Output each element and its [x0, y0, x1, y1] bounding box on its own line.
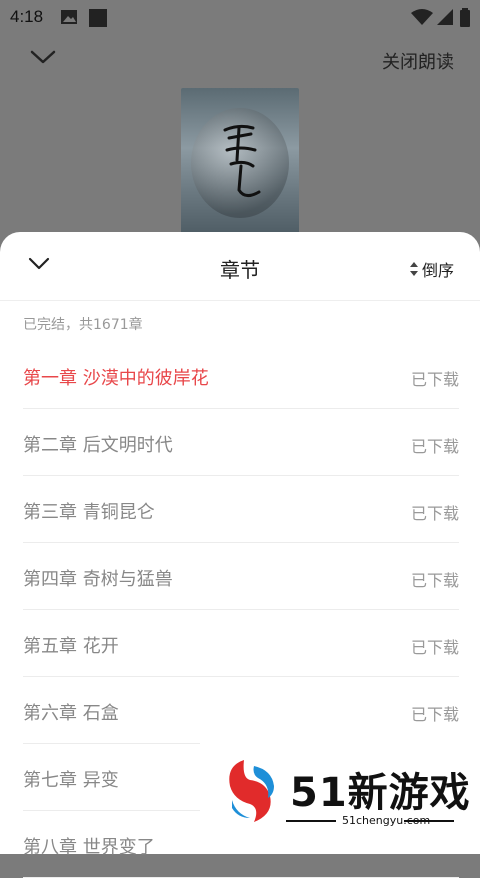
close-read-aloud-button[interactable]: 关闭朗读	[382, 48, 454, 74]
download-status: 已下载	[410, 571, 459, 590]
watermark-logo-icon	[229, 760, 274, 822]
collapse-player-icon[interactable]	[30, 48, 56, 66]
download-status: 已下载	[410, 504, 459, 523]
status-bar: 4:18	[0, 0, 480, 34]
sheet-header: 章节 倒序	[0, 232, 480, 301]
sort-arrows-icon	[409, 262, 418, 276]
chapter-name: 第八章 世界变了	[23, 837, 155, 858]
chapter-name: 第七章 异变	[23, 770, 119, 791]
download-status: 已下载	[410, 437, 459, 456]
watermark-brand: 51新游戏	[290, 770, 471, 816]
chapter-name: 第五章 花开	[23, 636, 119, 657]
watermark: 51新游戏 51chengyu.com	[200, 742, 480, 842]
sort-order-button[interactable]: 倒序	[409, 257, 454, 281]
chapter-name: 第六章 石盒	[23, 703, 119, 724]
sort-label: 倒序	[421, 261, 454, 280]
battery-icon	[460, 8, 470, 27]
chapter-name: 第二章 后文明时代	[23, 435, 173, 456]
chapter-item[interactable]: 第一章 沙漠中的彼岸花 已下载	[23, 342, 459, 409]
signal-icon	[437, 9, 453, 25]
gallery-notification-icon	[61, 10, 77, 24]
download-status: 已下载	[410, 638, 459, 657]
square-notification-icon	[89, 9, 107, 27]
download-status: 已下载	[410, 705, 459, 724]
status-time: 4:18	[10, 7, 44, 26]
cover-calligraphy	[223, 124, 261, 197]
chapter-name: 第一章 沙漠中的彼岸花	[23, 368, 209, 389]
chapter-item[interactable]: 第五章 花开 已下载	[23, 610, 459, 677]
wifi-icon	[411, 9, 433, 25]
download-status: 已下载	[410, 370, 459, 389]
chapter-name: 第四章 奇树与猛兽	[23, 569, 173, 590]
chapter-item[interactable]: 第二章 后文明时代 已下载	[23, 409, 459, 476]
chapter-item[interactable]: 第三章 青铜昆仑 已下载	[23, 476, 459, 543]
book-cover	[181, 88, 299, 238]
chapter-name: 第三章 青铜昆仑	[23, 502, 155, 523]
chapter-summary: 已完结，共1671章	[23, 317, 143, 333]
chapter-item[interactable]: 第四章 奇树与猛兽 已下载	[23, 543, 459, 610]
chapter-item[interactable]: 第六章 石盒 已下载	[23, 677, 459, 744]
